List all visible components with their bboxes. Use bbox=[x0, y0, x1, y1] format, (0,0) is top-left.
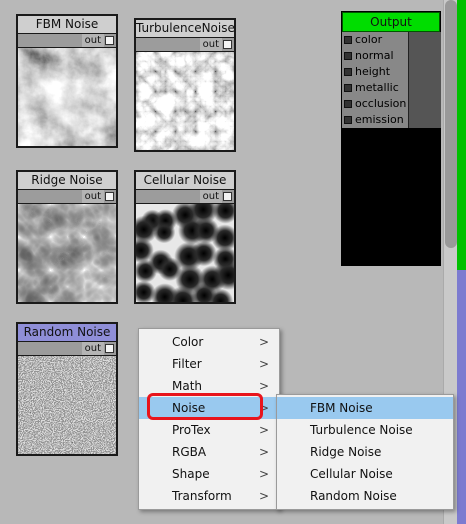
node-title[interactable]: Cellular Noise bbox=[136, 172, 234, 190]
submenu-item-label: FBM Noise bbox=[310, 401, 373, 415]
menu-item-label: RGBA bbox=[172, 445, 207, 459]
input-row-occlusion[interactable]: occlusion bbox=[342, 96, 408, 112]
submenu-item-label: Turbulence Noise bbox=[310, 423, 413, 437]
node-fbm-noise[interactable]: FBM Noise out bbox=[16, 14, 118, 148]
submenu-item-label: Random Noise bbox=[310, 489, 397, 503]
menu-item-label: Shape bbox=[172, 467, 210, 481]
chevron-right-icon: > bbox=[258, 401, 269, 415]
menu-item-noise[interactable]: Noise > bbox=[139, 397, 279, 419]
input-row-color[interactable]: color bbox=[342, 32, 408, 48]
menu-item-label: Math bbox=[172, 379, 203, 393]
input-socket-icon[interactable] bbox=[344, 52, 352, 60]
port-label: out bbox=[199, 190, 222, 203]
input-row-metallic[interactable]: metallic bbox=[342, 80, 408, 96]
menu-item-label: Noise bbox=[172, 401, 206, 415]
input-row-emission[interactable]: emission bbox=[342, 112, 408, 128]
node-cellular-noise[interactable]: Cellular Noise out bbox=[134, 170, 236, 304]
menu-item-label: Transform bbox=[172, 489, 232, 503]
submenu-item-ridge-noise[interactable]: Ridge Noise bbox=[277, 441, 453, 463]
input-label: color bbox=[355, 33, 383, 46]
input-label: normal bbox=[355, 49, 394, 62]
chevron-right-icon: > bbox=[258, 445, 269, 459]
submenu-item-random-noise[interactable]: Random Noise bbox=[277, 485, 453, 507]
node-turbulence-noise[interactable]: TurbulenceNoise out bbox=[134, 18, 236, 152]
turbulence-noise-preview bbox=[136, 52, 234, 150]
output-port[interactable]: out bbox=[136, 190, 234, 204]
fbm-noise-preview bbox=[18, 48, 116, 146]
chevron-right-icon: > bbox=[258, 335, 269, 349]
port-socket-icon[interactable] bbox=[105, 192, 114, 201]
cell-spot bbox=[191, 240, 217, 267]
input-label: emission bbox=[355, 113, 404, 126]
chevron-right-icon: > bbox=[258, 379, 269, 393]
node-random-noise[interactable]: Random Noise out bbox=[16, 322, 118, 456]
port-socket-icon[interactable] bbox=[223, 192, 232, 201]
output-port[interactable]: out bbox=[136, 38, 234, 52]
submenu-item-label: Cellular Noise bbox=[310, 467, 393, 481]
output-port[interactable]: out bbox=[18, 190, 116, 204]
chevron-right-icon: > bbox=[258, 489, 269, 503]
input-label: height bbox=[355, 65, 391, 78]
input-socket-icon[interactable] bbox=[344, 68, 352, 76]
submenu-item-turbulence-noise[interactable]: Turbulence Noise bbox=[277, 419, 453, 441]
node-ridge-noise[interactable]: Ridge Noise out bbox=[16, 170, 118, 304]
submenu-item-label: Ridge Noise bbox=[310, 445, 382, 459]
node-title[interactable]: Random Noise bbox=[18, 324, 116, 342]
input-row-normal[interactable]: normal bbox=[342, 48, 408, 64]
menu-item-color[interactable]: Color > bbox=[139, 331, 279, 353]
cellular-noise-preview bbox=[136, 204, 234, 302]
menu-item-filter[interactable]: Filter > bbox=[139, 353, 279, 375]
input-label: occlusion bbox=[355, 97, 407, 110]
input-label: metallic bbox=[355, 81, 399, 94]
node-title[interactable]: TurbulenceNoise bbox=[136, 20, 234, 38]
random-noise-preview bbox=[18, 356, 116, 454]
input-socket-icon[interactable] bbox=[344, 84, 352, 92]
output-node-title[interactable]: Output bbox=[342, 12, 440, 32]
port-socket-icon[interactable] bbox=[223, 40, 232, 49]
submenu-item-fbm-noise[interactable]: FBM Noise bbox=[277, 397, 453, 419]
output-port[interactable]: out bbox=[18, 34, 116, 48]
side-panel-edge bbox=[457, 0, 466, 524]
port-label: out bbox=[81, 342, 104, 355]
context-menu: Color > Filter > Math > Noise > ProTex > RGBA… bbox=[138, 328, 280, 510]
port-label: out bbox=[81, 34, 104, 47]
input-socket-icon[interactable] bbox=[344, 36, 352, 44]
chevron-right-icon: > bbox=[258, 467, 269, 481]
port-label: out bbox=[81, 190, 104, 203]
menu-item-label: Filter bbox=[172, 357, 202, 371]
input-socket-icon[interactable] bbox=[344, 100, 352, 108]
chevron-right-icon: > bbox=[258, 357, 269, 371]
chevron-right-icon: > bbox=[258, 423, 269, 437]
ridge-noise-preview bbox=[18, 204, 116, 302]
port-socket-icon[interactable] bbox=[105, 344, 114, 353]
node-title[interactable]: Ridge Noise bbox=[18, 172, 116, 190]
port-socket-icon[interactable] bbox=[105, 36, 114, 45]
output-port[interactable]: out bbox=[18, 342, 116, 356]
menu-item-rgba[interactable]: RGBA > bbox=[139, 441, 279, 463]
menu-item-shape[interactable]: Shape > bbox=[139, 463, 279, 485]
node-output[interactable]: Output color normal height metallic occl… bbox=[341, 11, 441, 266]
menu-item-math[interactable]: Math > bbox=[139, 375, 279, 397]
output-input-list: color normal height metallic occlusion e… bbox=[342, 32, 408, 128]
menu-item-transform[interactable]: Transform > bbox=[139, 485, 279, 507]
port-label: out bbox=[199, 38, 222, 51]
menu-item-label: ProTex bbox=[172, 423, 211, 437]
input-row-height[interactable]: height bbox=[342, 64, 408, 80]
noise-submenu: FBM Noise Turbulence Noise Ridge Noise C… bbox=[276, 394, 454, 510]
node-title[interactable]: FBM Noise bbox=[18, 16, 116, 34]
menu-item-protex[interactable]: ProTex > bbox=[139, 419, 279, 441]
menu-item-label: Color bbox=[172, 335, 204, 349]
input-socket-icon[interactable] bbox=[344, 116, 352, 124]
cell-spot bbox=[153, 221, 176, 244]
submenu-item-cellular-noise[interactable]: Cellular Noise bbox=[277, 463, 453, 485]
scrollbar-thumb[interactable] bbox=[445, 0, 457, 248]
output-side-panel bbox=[408, 32, 441, 128]
